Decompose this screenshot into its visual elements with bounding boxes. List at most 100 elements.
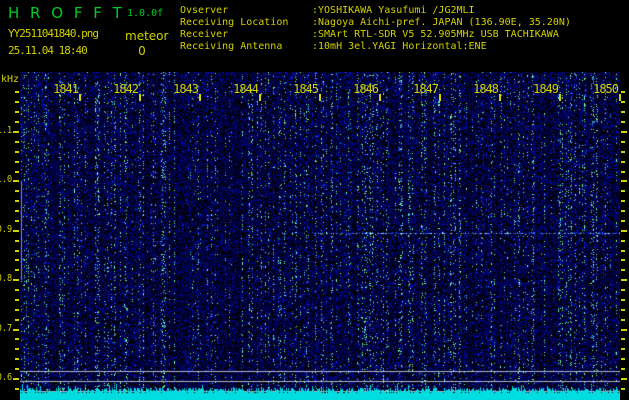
- y-axis-tick: [15, 388, 19, 390]
- y-axis-tick: [13, 279, 19, 281]
- y-axis-tick: [15, 220, 19, 222]
- y-axis-tick: [15, 358, 19, 360]
- y-axis-tick-right: [621, 111, 625, 113]
- y-axis-tick: [13, 180, 19, 182]
- x-axis-tick: [439, 94, 441, 101]
- info-value: :10mH 3el.YAGI Horizontal:ENE: [312, 41, 487, 52]
- y-axis-tick-right: [621, 319, 625, 321]
- y-axis-tick-right: [621, 259, 625, 261]
- y-axis-tick: [15, 250, 19, 252]
- y-axis-tick-right: [621, 289, 625, 291]
- y-axis-tick: [15, 161, 19, 163]
- y-axis-tick-right: [621, 151, 625, 153]
- info-label: Ovserver: [180, 5, 229, 16]
- x-axis-tick: [139, 94, 141, 101]
- y-axis-tick: [15, 91, 19, 93]
- output-filename: YY2511041840.png: [8, 27, 99, 40]
- y-axis-tick-right: [621, 141, 625, 143]
- y-axis-tick-right: [621, 378, 627, 380]
- info-row-observer: Ovserver:YOSHIKAWA Yasufumi /JG2MLI: [180, 5, 571, 17]
- hrofft-window: H R O F F T 1.0.0f YY2511041840.png mete…: [0, 0, 629, 400]
- x-axis-tick: [379, 94, 381, 101]
- y-axis-tick-right: [621, 161, 625, 163]
- x-axis-tick: [79, 94, 81, 101]
- y-axis-tick: [15, 151, 19, 153]
- y-axis-tick-right: [621, 368, 625, 370]
- y-axis-tick: [13, 230, 19, 232]
- y-axis-tick-right: [621, 200, 625, 202]
- y-axis-tick-right: [621, 250, 625, 252]
- mode-label: meteor: [125, 29, 169, 43]
- y-axis-tick: [15, 319, 19, 321]
- x-axis-label: 1842: [113, 82, 139, 96]
- y-axis-label: 1.0: [0, 174, 12, 185]
- y-axis-tick-right: [621, 240, 625, 242]
- station-info: Ovserver:YOSHIKAWA Yasufumi /JG2MLI Rece…: [180, 5, 571, 53]
- y-axis-tick: [15, 111, 19, 113]
- y-axis-tick: [15, 299, 19, 301]
- y-axis-tick-right: [621, 358, 625, 360]
- observation-datetime: 25.11.04 18:40: [8, 44, 88, 57]
- y-axis-tick: [15, 338, 19, 340]
- info-value: :Nagoya Aichi-pref. JAPAN (136.90E, 35.2…: [312, 17, 571, 28]
- y-axis-tick-right: [621, 210, 625, 212]
- x-axis-label: 1850: [593, 82, 619, 96]
- y-axis-tick: [15, 289, 19, 291]
- x-axis-tick: [559, 94, 561, 101]
- info-label: Receiving Location: [180, 17, 289, 28]
- y-axis-tick: [15, 210, 19, 212]
- y-axis-tick-right: [621, 101, 625, 103]
- y-axis-tick: [15, 240, 19, 242]
- y-axis-label: 1.1: [0, 125, 12, 136]
- y-axis-label: 0.6: [0, 372, 12, 383]
- app-version: 1.0.0f: [127, 8, 164, 19]
- y-axis-tick-right: [621, 91, 625, 93]
- info-label: Receiving Antenna: [180, 41, 283, 52]
- x-axis-tick: [319, 94, 321, 101]
- y-axis-tick: [15, 368, 19, 370]
- y-axis-tick: [13, 329, 19, 331]
- info-row-receiver: Receiver:SMArt RTL-SDR V5 52.905MHz USB …: [180, 29, 571, 41]
- y-axis-tick-right: [621, 348, 625, 350]
- x-axis-tick: [199, 94, 201, 101]
- y-axis-tick: [15, 309, 19, 311]
- y-axis-label: 0.9: [0, 224, 12, 235]
- y-axis-tick-right: [621, 121, 625, 123]
- x-axis-label: 1843: [173, 82, 199, 96]
- y-axis-tick-right: [621, 171, 625, 173]
- info-row-location: Receiving Location :Nagoya Aichi-pref. JA…: [180, 17, 571, 29]
- x-axis-label: 1847: [413, 82, 439, 96]
- x-axis-label: 1849: [533, 82, 559, 96]
- x-axis-label: 1846: [353, 82, 379, 96]
- y-axis-tick-right: [621, 190, 625, 192]
- y-axis-tick-right: [621, 388, 625, 390]
- y-axis-tick-right: [621, 279, 627, 281]
- y-axis-unit: kHz: [1, 74, 20, 85]
- x-axis-label: 1844: [233, 82, 259, 96]
- y-axis-tick-right: [621, 131, 627, 133]
- y-axis-tick: [15, 141, 19, 143]
- x-axis-tick: [499, 94, 501, 101]
- y-axis-tick-right: [621, 309, 625, 311]
- y-axis-label: 0.8: [0, 273, 12, 284]
- y-axis-tick-right: [621, 180, 627, 182]
- y-axis-tick-right: [621, 299, 625, 301]
- y-axis-tick-right: [621, 338, 625, 340]
- y-axis-tick-right: [621, 220, 625, 222]
- y-axis-tick: [15, 259, 19, 261]
- spectrogram-canvas: [20, 72, 620, 400]
- y-axis-label: 0.7: [0, 323, 12, 334]
- y-axis-tick: [13, 378, 19, 380]
- y-axis-tick: [15, 171, 19, 173]
- y-axis-tick: [15, 121, 19, 123]
- x-axis-label: 1848: [473, 82, 499, 96]
- y-axis-tick-right: [621, 269, 625, 271]
- y-axis-tick-right: [621, 329, 627, 331]
- y-axis-tick: [15, 190, 19, 192]
- x-axis-label: 1841: [53, 82, 79, 96]
- y-axis-tick: [15, 101, 19, 103]
- y-axis-tick: [15, 348, 19, 350]
- y-axis-tick-right: [621, 230, 627, 232]
- meteor-count: 0: [138, 44, 146, 58]
- info-label: Receiver: [180, 29, 229, 40]
